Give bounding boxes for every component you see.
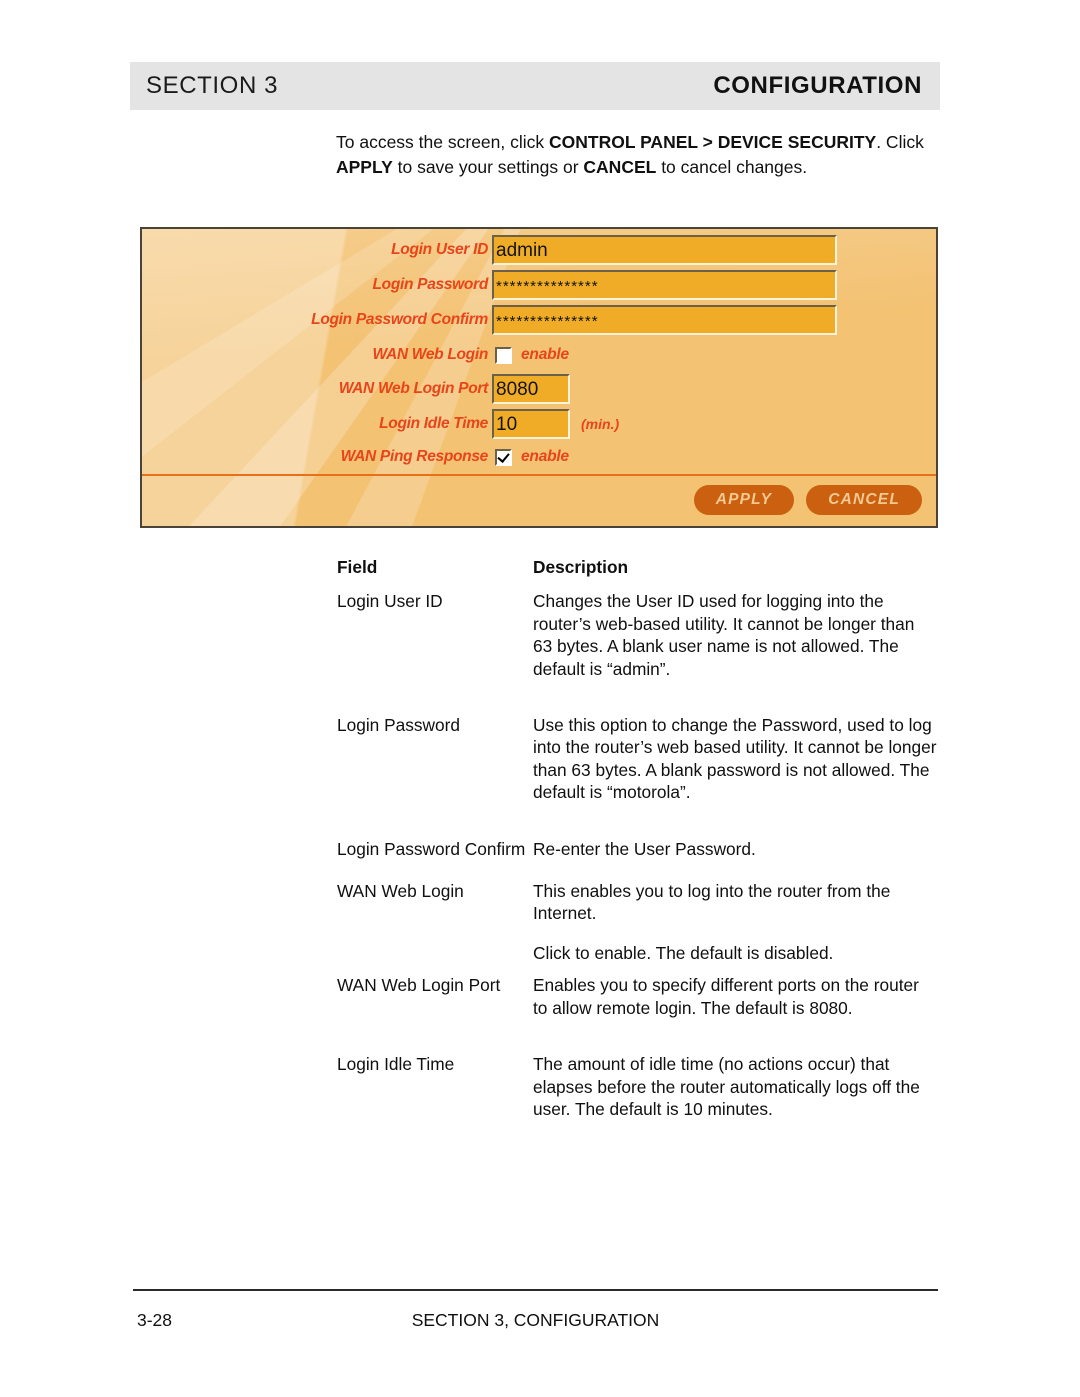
intro-bold-apply: APPLY	[336, 157, 393, 177]
input-login-password-confirm[interactable]: ***************	[492, 305, 837, 335]
checkbox-label-wan-ping-response: enable	[521, 448, 569, 465]
table-row: WAN Web Login This enables you to log in…	[337, 880, 937, 964]
spacer-cell	[533, 860, 937, 880]
panel-divider	[142, 474, 936, 476]
label-wan-web-login-port: WAN Web Login Port	[338, 380, 489, 397]
row-desc-wan-web-login-p2: Click to enable. The default is disabled…	[533, 942, 834, 963]
intro-text-4: to cancel changes.	[656, 157, 808, 177]
table-header-row: Field Description	[337, 556, 937, 590]
intro-bold-control-panel: CONTROL PANEL > DEVICE SECURITY	[549, 132, 877, 152]
row-desc-wan-web-login-port: Enables you to specify different ports o…	[533, 975, 919, 1018]
form-row-wan-web-login: WAN Web Login enable	[142, 340, 936, 370]
intro-text-3: to save your settings or	[392, 157, 584, 177]
row-field-login-password: Login Password	[337, 715, 460, 736]
spacer-cell	[337, 1019, 533, 1053]
spacer-cell	[337, 804, 533, 838]
row-spacer	[337, 680, 937, 714]
label-wan-ping-response: WAN Ping Response	[340, 448, 489, 465]
row-desc-login-user-id: Changes the User ID used for logging int…	[533, 591, 915, 679]
footer-divider	[133, 1289, 938, 1291]
table-header-field: Field	[337, 557, 378, 577]
table-row: Login Idle Time The amount of idle time …	[337, 1053, 937, 1120]
table-row: WAN Web Login Port Enables you to specif…	[337, 974, 937, 1019]
row-desc-wan-web-login: This enables you to log into the router …	[533, 880, 937, 964]
label-wan-web-login: WAN Web Login	[372, 346, 489, 363]
intro-text-1: To access the screen, click	[336, 132, 549, 152]
label-login-user-id: Login User ID	[391, 241, 488, 258]
intro-paragraph: To access the screen, click CONTROL PANE…	[336, 130, 944, 180]
row-desc-login-idle-time: The amount of idle time (no actions occu…	[533, 1054, 920, 1119]
label-login-password: Login Password	[372, 276, 488, 293]
row-field-login-user-id: Login User ID	[337, 591, 443, 612]
header-section-label: SECTION 3	[146, 72, 279, 99]
spacer-cell	[533, 964, 937, 974]
row-field-wan-web-login-port: WAN Web Login Port	[337, 975, 501, 996]
footer-section-label: SECTION 3, CONFIGURATION	[411, 1310, 660, 1330]
input-login-user-id[interactable]: admin	[492, 235, 837, 265]
page-title: CONFIGURATION	[713, 72, 922, 99]
form-row-login-user-id: Login User ID admin	[142, 235, 936, 265]
panel-action-bar: APPLY CANCEL	[693, 485, 922, 515]
unit-label-minutes: (min.)	[581, 416, 620, 432]
row-field-wan-web-login: WAN Web Login	[337, 881, 464, 902]
spacer-cell	[337, 860, 533, 880]
panel-form: Login User ID admin Login Password *****…	[142, 229, 936, 526]
intro-bold-cancel: CANCEL	[583, 157, 657, 177]
label-login-idle-time: Login Idle Time	[379, 415, 488, 432]
table-row: Login Password Confirm Re-enter the User…	[337, 838, 937, 860]
form-row-wan-ping-response: WAN Ping Response enable	[142, 442, 936, 472]
form-row-login-password-confirm: Login Password Confirm ***************	[142, 305, 936, 335]
row-spacer	[337, 964, 937, 974]
form-row-login-password: Login Password ***************	[142, 270, 936, 300]
row-spacer	[337, 860, 937, 880]
apply-button[interactable]: APPLY	[693, 485, 795, 515]
checkbox-wan-ping-response[interactable]	[495, 448, 512, 466]
page-header-bar: SECTION 3 CONFIGURATION	[130, 62, 940, 110]
input-login-idle-time[interactable]: 10	[492, 409, 570, 439]
form-row-wan-web-login-port: WAN Web Login Port 8080	[142, 374, 936, 404]
spacer-cell	[533, 804, 937, 838]
spacer-cell	[533, 680, 937, 714]
spacer-cell	[337, 964, 533, 974]
device-security-panel: Login User ID admin Login Password *****…	[140, 227, 938, 528]
table-row: Login Password Use this option to change…	[337, 714, 937, 804]
input-login-password[interactable]: ***************	[492, 270, 837, 300]
field-description-table: Field Description Login User ID Changes …	[337, 556, 937, 1120]
row-field-login-password-confirm: Login Password Confirm	[337, 838, 526, 859]
spacer-cell	[533, 1019, 937, 1053]
input-wan-web-login-port[interactable]: 8080	[492, 374, 570, 404]
row-spacer	[337, 804, 937, 838]
row-spacer	[337, 1019, 937, 1053]
table-header-description: Description	[533, 557, 629, 577]
row-desc-login-password: Use this option to change the Password, …	[533, 715, 937, 803]
intro-text-2: . Click	[876, 132, 924, 152]
cancel-button[interactable]: CANCEL	[806, 485, 922, 515]
label-login-password-confirm: Login Password Confirm	[311, 311, 488, 328]
table-row: Login User ID Changes the User ID used f…	[337, 590, 937, 680]
spacer-cell	[337, 680, 533, 714]
row-field-login-idle-time: Login Idle Time	[337, 1054, 455, 1075]
checkbox-wan-web-login[interactable]	[495, 346, 512, 364]
checkbox-label-wan-web-login: enable	[521, 346, 569, 363]
row-desc-login-password-confirm: Re-enter the User Password.	[533, 838, 756, 859]
form-row-login-idle-time: Login Idle Time 10 (min.)	[142, 409, 936, 439]
row-desc-wan-web-login-p1: This enables you to log into the router …	[533, 881, 891, 924]
